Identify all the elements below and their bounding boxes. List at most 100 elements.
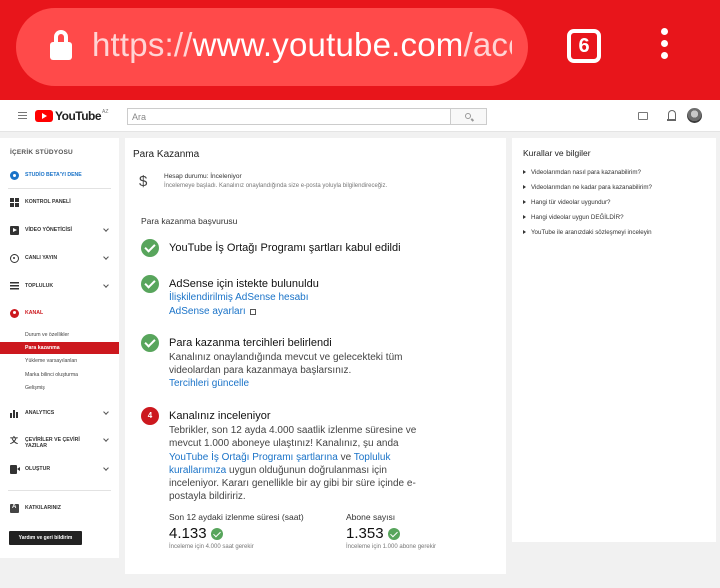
sidebar-item-contributions[interactable]: KATKILARINIZ <box>0 502 119 516</box>
sidebar-item-dashboard[interactable]: KONTROL PANELİ <box>0 196 119 210</box>
triangle-right-icon <box>523 200 526 204</box>
sidebar-subitem-status[interactable]: Durum ve özellikler <box>0 329 119 341</box>
hamburger-menu-icon[interactable] <box>18 112 27 119</box>
youtube-logo[interactable]: YouTube AZ <box>35 109 108 123</box>
sidebar-item-video-manager[interactable]: VİDEO YÖNETİCİSİ <box>0 224 119 238</box>
triangle-right-icon <box>523 170 526 174</box>
check-circle-icon <box>141 275 159 293</box>
step-title: YouTube İş Ortağı Programı şartları kabu… <box>169 242 401 254</box>
sidebar-item-live[interactable]: CANLI YAYIN <box>0 252 119 266</box>
youtube-play-icon <box>35 110 53 122</box>
chevron-down-icon <box>103 409 109 415</box>
chevron-down-icon <box>103 226 109 232</box>
linked-adsense-account-link[interactable]: İlişkilendirilmiş AdSense hesabı <box>169 292 309 303</box>
external-link-icon <box>249 309 256 315</box>
sidebar-item-studio-beta[interactable]: STUDİO BETA'YI DENE <box>0 169 119 183</box>
sidebar-item-label: CANLI YAYIN <box>25 255 58 261</box>
triangle-right-icon <box>523 215 526 219</box>
dollar-icon: $ <box>139 173 148 190</box>
stat-value-row: 1.353 <box>346 525 441 542</box>
search-button[interactable] <box>451 108 487 125</box>
rule-link[interactable]: Hangi videolar uygun DEĞİLDİR? <box>523 214 624 221</box>
sidebar-subitem-branding[interactable]: Marka bilinci oluşturma <box>0 369 119 381</box>
yt-header: YouTube AZ Ara <box>0 100 720 132</box>
avatar[interactable] <box>687 108 702 123</box>
sidebar-item-label: ÇEVİRİLER VE ÇEVİRİ YAZILAR <box>25 437 80 449</box>
triangle-right-icon <box>523 185 526 189</box>
studio-sidebar: İÇERİK STÜDYOSU STUDİO BETA'YI DENE KONT… <box>0 138 119 558</box>
search-input[interactable]: Ara <box>127 108 451 125</box>
help-feedback-button[interactable]: Yardım ve geri bildirim <box>9 531 82 545</box>
chevron-down-icon <box>103 436 109 442</box>
sidebar-item-channel[interactable]: KANAL <box>0 307 119 321</box>
stat-value: 4.133 <box>169 525 207 542</box>
step-description: Tebrikler, son 12 ayda 4.000 saatlik izl… <box>169 424 424 504</box>
notifications-bell-icon[interactable] <box>667 110 676 121</box>
browser-toolbar: https://www.youtube.com/account_monetiza… <box>0 0 720 100</box>
sidebar-item-community[interactable]: TOPLULUK <box>0 280 119 294</box>
page-title: Para Kazanma <box>133 149 200 160</box>
sidebar-item-translations[interactable]: 文 ÇEVİRİLER VE ÇEVİRİ YAZILAR <box>0 434 119 449</box>
account-status-note: İncelemeye başladı. Kanalınız onaylandığ… <box>164 183 388 189</box>
adsense-settings-label: AdSense ayarları <box>169 306 246 317</box>
analytics-bars-icon <box>10 409 19 418</box>
more-vert-icon[interactable] <box>656 28 672 68</box>
sidebar-subitem-upload-defaults[interactable]: Yükleme varsayılanları <box>0 355 119 367</box>
sidebar-item-label: KANAL <box>25 310 44 316</box>
url-text[interactable]: https://www.youtube.com/account_monetiza… <box>92 26 512 66</box>
sidebar-item-label: KATKILARINIZ <box>25 505 61 511</box>
check-circle-icon <box>141 239 159 257</box>
step-title: AdSense için istekte bulunuldu <box>169 278 319 290</box>
logo-text: YouTube <box>55 109 102 123</box>
step-title: Kanalınız inceleniyor <box>169 410 271 422</box>
rule-link[interactable]: YouTube ile aranızdaki sözleşmeyi incele… <box>523 229 652 236</box>
stat-note: İnceleme için 4.000 saat gerekir <box>169 544 254 550</box>
rule-link[interactable]: Videolarımdan ne kadar para kazanabiliri… <box>523 184 652 191</box>
rule-link-label: Hangi videolar uygun DEĞİLDİR? <box>531 214 624 221</box>
chevron-down-icon <box>103 282 109 288</box>
step-number-badge: 4 <box>141 407 159 425</box>
adsense-settings-link[interactable]: AdSense ayarları <box>169 306 256 317</box>
dashboard-icon <box>10 198 19 207</box>
gear-icon <box>10 171 19 180</box>
stat-value: 1.353 <box>346 525 384 542</box>
rule-link-label: Videolarımdan ne kadar para kazanabiliri… <box>531 184 652 191</box>
check-circle-icon <box>210 527 223 540</box>
upload-video-icon[interactable] <box>638 112 648 120</box>
rules-info-panel: Kurallar ve bilgiler Videolarımdan nasıl… <box>512 138 716 542</box>
sidebar-item-label: VİDEO YÖNETİCİSİ <box>25 227 72 233</box>
camera-icon <box>10 465 20 474</box>
sidebar-item-label: STUDİO BETA'YI DENE <box>25 172 82 178</box>
address-bar[interactable]: https://www.youtube.com/account_monetiza… <box>16 8 528 86</box>
step-title: Para kazanma tercihleri belirlendi <box>169 337 332 349</box>
divider <box>8 490 111 491</box>
sidebar-item-label: TOPLULUK <box>25 283 54 289</box>
sidebar-subitem-advanced[interactable]: Gelişmiş <box>0 382 119 394</box>
stat-label: Son 12 aydaki izlenme süresi (saat) <box>169 512 304 522</box>
partner-program-terms-link[interactable]: YouTube İş Ortağı Programı şartlarına <box>169 452 338 463</box>
sidebar-subitem-monetization[interactable]: Para kazanma <box>0 342 119 354</box>
url-host: www.youtube.com <box>192 26 464 63</box>
step-description-text: Tebrikler, son 12 ayda 4.000 saatlik izl… <box>169 425 417 450</box>
watch-time-stat: Son 12 aydaki izlenme süresi (saat) 4.13… <box>169 512 304 551</box>
chevron-down-icon <box>103 254 109 260</box>
rule-link-label: Videolarımdan nasıl para kazanabilirim? <box>531 169 641 176</box>
sidebar-title: İÇERİK STÜDYOSU <box>10 149 73 156</box>
sidebar-item-label: ANALYTICS <box>25 410 55 416</box>
rules-title: Kurallar ve bilgiler <box>523 148 591 158</box>
rule-link[interactable]: Videolarımdan nasıl para kazanabilirim? <box>523 169 641 176</box>
divider <box>8 188 111 189</box>
monetization-panel: Para Kazanma $ Hesap durumu: İnceleniyor… <box>125 138 506 574</box>
sidebar-item-create[interactable]: OLUŞTUR <box>0 463 119 477</box>
tab-switcher-button[interactable]: 6 <box>567 29 601 63</box>
update-preferences-link[interactable]: Tercihleri güncelle <box>169 378 249 389</box>
rule-link[interactable]: Hangi tür videolar uygundur? <box>523 199 610 206</box>
stat-value-row: 4.133 <box>169 525 304 542</box>
search-icon <box>465 113 471 119</box>
community-icon <box>10 282 19 291</box>
check-circle-icon <box>141 334 159 352</box>
sidebar-item-analytics[interactable]: ANALYTICS <box>0 407 119 421</box>
step-description: Kanalınız onaylandığında mevcut ve gelec… <box>169 352 403 377</box>
url-scheme: https:// <box>92 26 193 63</box>
stat-label: Abone sayısı <box>346 512 396 522</box>
